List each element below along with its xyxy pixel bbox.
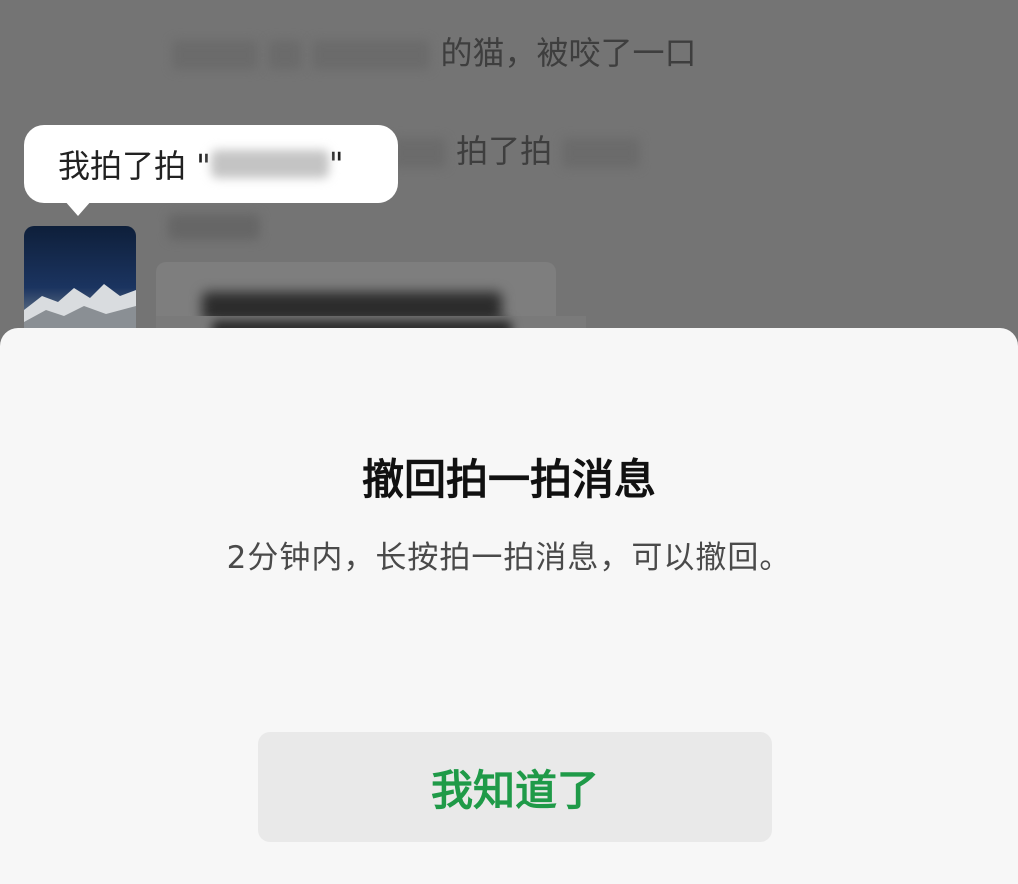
system-message-1-text: 的猫，被咬了一口 — [440, 34, 697, 72]
blurred-name — [312, 40, 431, 70]
sheet-description: 2分钟内，长按拍一拍消息，可以撤回。 — [226, 540, 792, 576]
pat-tooltip-text: 我拍了拍 " — [58, 147, 211, 185]
blurred-name — [210, 150, 329, 178]
sheet-title: 撤回拍一拍消息 — [361, 455, 656, 504]
blurred-name — [392, 138, 446, 168]
avatar[interactable] — [24, 226, 136, 338]
system-message-2-text: 拍了拍 — [456, 132, 553, 170]
system-message-1: 的猫，被咬了一口 — [172, 28, 697, 74]
pat-tooltip-quote: " — [328, 145, 344, 183]
got-it-button[interactable]: 我知道了 — [258, 732, 772, 842]
recall-pat-sheet: 撤回拍一拍消息 2分钟内，长按拍一拍消息，可以撤回。 我知道了 — [0, 328, 1018, 884]
blurred-text — [268, 40, 303, 70]
chat-screen: 的猫，被咬了一口 拍了拍 我拍了拍 " " 撤回拍一拍消息 2分钟内，长按拍一拍… — [0, 0, 1018, 884]
mountain-image — [24, 284, 136, 338]
blurred-sender-name — [168, 214, 260, 240]
pat-tooltip-arrow — [64, 200, 92, 216]
blurred-name — [172, 40, 258, 70]
pat-tooltip: 我拍了拍 " " — [24, 125, 398, 203]
blurred-name — [562, 138, 641, 168]
system-message-2: 拍了拍 — [392, 126, 641, 172]
